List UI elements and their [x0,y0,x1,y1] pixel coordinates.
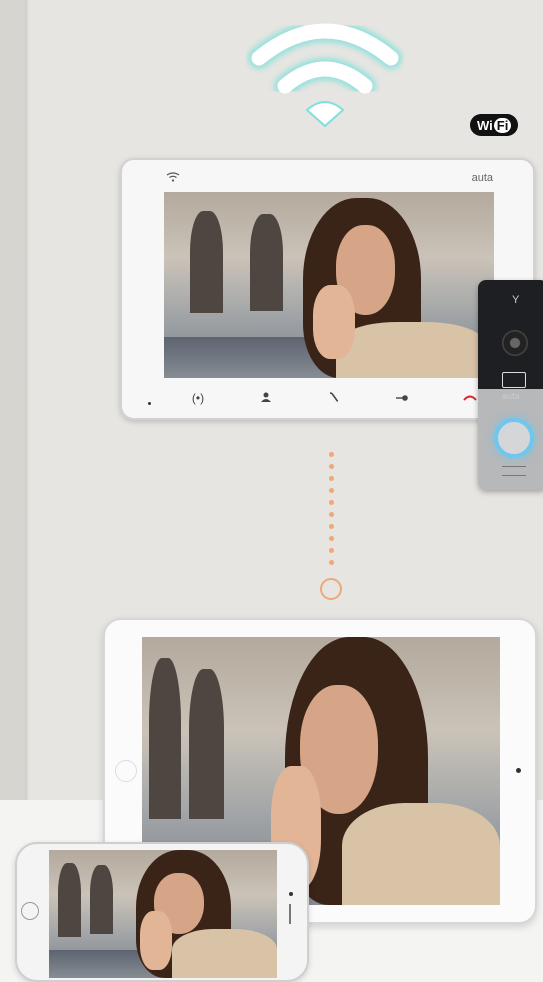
person-icon[interactable] [254,391,278,405]
monitor-brand-label: auta [471,172,493,184]
wifi-signal-icon [248,20,402,128]
wifi-badge-fi: Fi [493,118,512,133]
door-brand-label: auta [502,391,520,401]
monitor-mic-dot [148,402,151,405]
door-camera-lens [502,330,528,356]
dotted-connector [329,452,335,572]
monitor-wifi-icon [166,172,180,185]
monitor-button-row: (•) [164,386,504,410]
phone-camera-dot [289,892,293,896]
indoor-monitor: auta (•) [120,158,535,420]
wifi-badge-wi: Wi [477,118,493,133]
outdoor-door-station: Y auta [478,280,543,490]
phone-home-button[interactable] [21,902,39,920]
connector-ring [320,578,342,600]
key-icon[interactable] [390,391,414,405]
video-frame [49,850,277,978]
phone-answer-icon[interactable] [322,391,346,405]
wall-left-panel [0,0,25,800]
wall-shadow [25,0,29,800]
speaker-grille [502,466,526,476]
video-frame [164,192,494,378]
monitor-screen [164,192,494,378]
card-reader-icon [502,372,526,388]
phone-speaker-slot [289,904,291,924]
tablet-camera-dot [516,768,521,773]
doorbell-button[interactable] [494,418,534,458]
antenna-icon: Y [512,294,520,306]
phone-screen [49,850,277,978]
wifi-logo-badge: Wi Fi [470,114,519,136]
tablet-home-button[interactable] [115,760,137,782]
smartphone-device [15,842,309,982]
monitor-button-1[interactable]: (•) [186,391,210,405]
